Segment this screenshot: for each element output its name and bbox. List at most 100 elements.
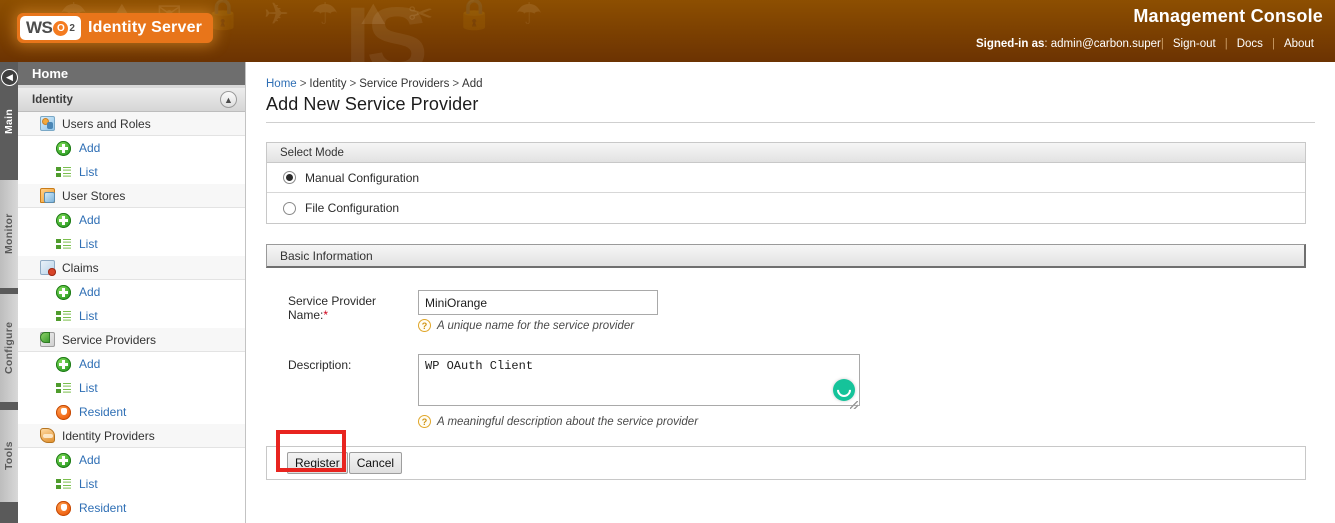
resize-grip-icon[interactable] [850,401,858,409]
sidebar-home-bar[interactable]: Home [18,62,245,88]
vertical-tab-strip: ◀ Main Monitor Configure Tools [0,62,18,523]
radio-manual-configuration[interactable]: Manual Configuration [267,163,1305,193]
nav-item-label: List [79,477,98,491]
service-provider-name-label: Service Provider Name:* [266,290,418,322]
select-mode-panel-body: Manual Configuration File Configuration [266,163,1306,224]
product-name: Identity Server [87,19,203,36]
sidebar-item-stores-list[interactable]: List [18,232,245,256]
register-button[interactable]: Register [287,452,348,474]
sidebar-item-users-add[interactable]: Add [18,136,245,160]
breadcrumb-home[interactable]: Home [266,78,297,90]
nav-item-label: Add [79,453,101,467]
nav-item-label: Add [79,213,101,227]
nav-item-label: Resident [79,405,127,419]
list-icon [56,381,71,396]
logo-ws-text: WS [26,18,53,37]
radio-file-configuration[interactable]: File Configuration [267,193,1305,223]
sidebar: Home Identity ▲ Users and Roles Add List… [18,62,246,523]
nav-item-label: List [79,237,98,251]
radio-manual-configuration-label: Manual Configuration [305,170,420,185]
service-provider-name-hint: ? A unique name for the service provider [418,319,658,332]
description-label: Description: [288,358,352,372]
add-icon [56,140,71,156]
sidebar-item-sp-resident[interactable]: Resident [18,400,245,424]
vtab-tools[interactable]: Tools [0,410,18,502]
select-mode-panel: Select Mode Manual Configuration File Co… [266,142,1306,224]
required-marker: * [323,308,329,322]
question-mark-icon: ? [418,319,431,332]
sidebar-item-idp-list[interactable]: List [18,472,245,496]
nav-group-users-and-roles: Users and Roles [18,112,245,136]
nav-item-label: Add [79,285,101,299]
actions-panel: Register Cancel [266,430,1306,480]
app-header: ☂ ⛰ ✉ 🔒 ✈ ☂ ⛰ ✂ 🔒 ☂ IS WS O 2 Identity S… [0,0,1335,62]
service-provider-name-field-wrap: ? A unique name for the service provider [418,290,658,332]
description-textarea-wrap: WP OAuth Client [418,354,860,411]
docs-link[interactable]: Docs [1228,38,1272,50]
hint-text: A unique name for the service provider [437,319,635,332]
sidebar-collapse-icon[interactable]: ◀ [1,69,18,86]
description-textarea[interactable]: WP OAuth Client [418,354,860,406]
about-link[interactable]: About [1275,38,1323,50]
user-stores-icon [40,188,55,203]
management-console-page: ☂ ⛰ ✉ 🔒 ✈ ☂ ⛰ ✂ 🔒 ☂ IS WS O 2 Identity S… [0,0,1335,523]
vtab-monitor[interactable]: Monitor [0,180,18,288]
sidebar-item-sp-list[interactable]: List [18,376,245,400]
sidebar-item-users-list[interactable]: List [18,160,245,184]
add-icon [56,284,71,300]
nav-group-service-providers: Service Providers [18,328,245,352]
basic-information-panel: Basic Information Service Provider Name:… [266,244,1306,428]
resident-icon [56,404,71,420]
sidebar-item-idp-add[interactable]: Add [18,448,245,472]
add-icon [56,452,71,468]
add-icon [56,212,71,228]
nav-group-label: Users and Roles [62,116,151,131]
nav-item-label: Add [79,357,101,371]
sidebar-item-idp-resident[interactable]: Resident [18,496,245,520]
list-icon [56,477,71,492]
vtab-configure[interactable]: Configure [0,294,18,402]
logo-o-mark: O [53,20,69,36]
resident-icon [56,500,71,516]
page-title: Add New Service Provider [266,94,1315,123]
sidebar-item-claims-list[interactable]: List [18,304,245,328]
hint-text: A meaningful description about the servi… [437,415,699,428]
wso2-logo-badge: WS O 2 [20,16,81,40]
nav-group-label: Service Providers [62,332,157,347]
list-icon [56,237,71,252]
nav-group-label: User Stores [62,188,126,203]
header-user-links: Signed-in as: admin@carbon.super | Sign-… [976,38,1323,50]
sign-out-link[interactable]: Sign-out [1164,38,1225,50]
add-icon [56,356,71,372]
description-row: Description: WP OAuth Client ? A meaning… [266,354,1306,428]
nav-group-identity-providers: Identity Providers [18,424,245,448]
sidebar-section-label: Identity [32,93,73,106]
sidebar-section-identity: Identity ▲ [18,88,245,112]
console-title: Management Console [1133,6,1323,26]
radio-file-configuration-input[interactable] [283,201,296,215]
users-and-roles-icon [40,116,55,131]
sidebar-item-claims-add[interactable]: Add [18,280,245,304]
header-watermark-logo: IS [345,0,428,62]
breadcrumb-add: Add [462,78,483,90]
basic-information-form: Service Provider Name:* ? A unique name … [266,268,1306,428]
nav-group-user-stores: User Stores [18,184,245,208]
wso2-logo[interactable]: WS O 2 Identity Server [17,13,214,43]
signed-in-label: Signed-in as [976,38,1045,50]
radio-file-configuration-label: File Configuration [305,201,400,215]
list-icon [56,165,71,180]
logo-subscript: 2 [69,22,75,34]
service-provider-name-input[interactable] [418,290,658,315]
sidebar-item-stores-add[interactable]: Add [18,208,245,232]
basic-information-panel-title: Basic Information [266,244,1306,268]
cancel-button[interactable]: Cancel [348,452,403,474]
claims-icon [40,260,56,276]
chevron-up-icon[interactable]: ▲ [220,91,237,108]
radio-manual-configuration-input[interactable] [283,171,296,184]
service-providers-icon [40,332,55,347]
sidebar-item-sp-add[interactable]: Add [18,352,245,376]
identity-providers-icon [40,428,55,443]
description-hint: ? A meaningful description about the ser… [418,415,860,428]
nav-item-label: Resident [79,501,127,515]
grammarly-icon[interactable] [833,379,855,401]
